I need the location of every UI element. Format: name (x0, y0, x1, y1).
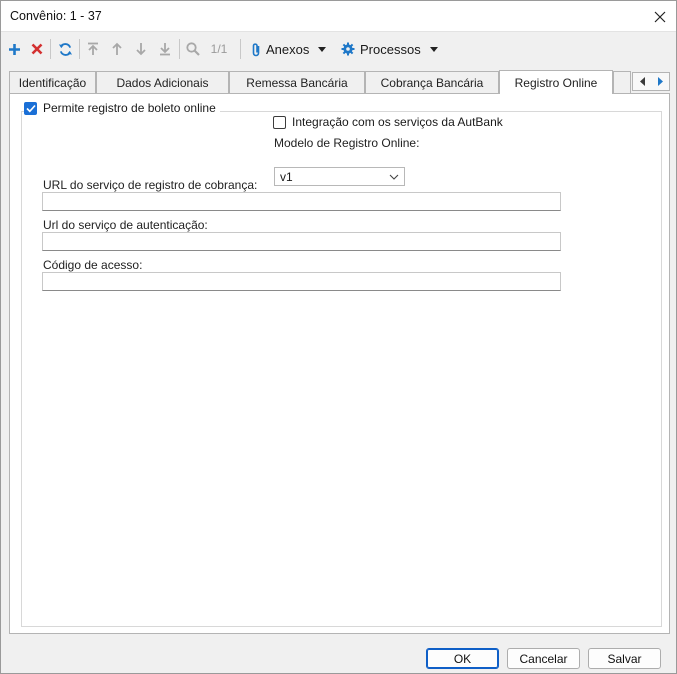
paging-text: 1/1 (210, 42, 228, 56)
tab-identificacao[interactable]: Identificação (9, 71, 96, 93)
chevron-down-icon (318, 46, 327, 52)
previous-record-button[interactable] (108, 38, 126, 60)
url-cobranca-input[interactable] (42, 192, 561, 211)
arrow-first-icon (88, 42, 98, 55)
anexos-label: Anexos (266, 41, 310, 57)
tab-label: Registro Online (514, 75, 598, 90)
tab-label: Identificação (18, 75, 87, 90)
arrow-down-icon (136, 43, 146, 56)
tab-panel-registro-online: Permite registro de boleto online Integr… (9, 93, 670, 634)
paging-indicator: 1/1 (208, 38, 230, 60)
paperclip-icon (252, 42, 260, 56)
arrow-last-icon (160, 43, 170, 56)
tab-label: Cobrança Bancária (380, 75, 484, 90)
toolbar-separator (50, 39, 51, 59)
ok-button[interactable]: OK (426, 648, 499, 669)
tab-cobranca-bancaria[interactable]: Cobrança Bancária (365, 71, 499, 93)
gear-icon (341, 42, 355, 56)
toolbar-separator (79, 39, 80, 59)
delete-button[interactable] (28, 38, 46, 60)
cancel-button[interactable]: Cancelar (507, 648, 580, 669)
x-icon (31, 43, 43, 55)
url-autenticacao-input[interactable] (42, 232, 561, 251)
refresh-icon (58, 42, 72, 56)
search-button[interactable] (184, 38, 202, 60)
processos-label: Processos (360, 41, 421, 57)
processos-menu-button[interactable]: Processos (341, 38, 439, 60)
chevron-down-icon (429, 46, 438, 52)
arrow-right-icon[interactable] (656, 76, 665, 87)
dialog-window: Convênio: 1 - 37 1/1 Anexos Processos Id… (0, 0, 677, 674)
modelo-registro-value: v1 (280, 169, 293, 184)
codigo-acesso-input[interactable] (42, 272, 561, 291)
next-record-button[interactable] (132, 38, 150, 60)
modelo-registro-label: Modelo de Registro Online: (274, 136, 420, 150)
first-record-button[interactable] (84, 38, 102, 60)
check-icon (25, 104, 36, 112)
permite-registro-checkbox[interactable]: Permite registro de boleto online (24, 101, 220, 115)
tab-registro-online[interactable]: Registro Online (499, 70, 613, 94)
arrow-left-icon[interactable] (638, 76, 647, 87)
codigo-acesso-label: Código de acesso: (43, 258, 143, 272)
refresh-button[interactable] (55, 38, 75, 60)
arrow-up-icon (112, 42, 122, 55)
tab-label: Remessa Bancária (246, 75, 348, 90)
checkbox-box[interactable] (24, 101, 37, 115)
tab-dados-adicionais[interactable]: Dados Adicionais (96, 71, 229, 93)
modelo-registro-select[interactable]: v1 (274, 167, 405, 186)
url-cobranca-label: URL do serviço de registro de cobrança: (43, 178, 258, 192)
close-button[interactable] (644, 1, 676, 32)
close-icon (654, 11, 666, 22)
save-button[interactable]: Salvar (588, 648, 661, 669)
title-bar: Convênio: 1 - 37 (1, 1, 676, 32)
checkbox-box[interactable] (273, 115, 286, 129)
toolbar-separator (179, 39, 180, 59)
toolbar-separator (240, 39, 241, 59)
registro-online-group: Permite registro de boleto online Integr… (21, 101, 662, 627)
window-title: Convênio: 1 - 37 (10, 9, 102, 23)
tab-remessa-bancaria[interactable]: Remessa Bancária (229, 71, 365, 93)
permite-registro-label: Permite registro de boleto online (43, 101, 216, 115)
integracao-autbank-label: Integração com os serviços da AutBank (292, 115, 503, 129)
integracao-autbank-checkbox[interactable]: Integração com os serviços da AutBank (273, 115, 507, 129)
plus-icon (8, 43, 20, 55)
add-button[interactable] (5, 38, 23, 60)
tab-scroll-buttons (632, 72, 670, 91)
url-autenticacao-label: Url do serviço de autenticação: (43, 218, 208, 232)
anexos-menu-button[interactable]: Anexos (251, 38, 333, 60)
tab-overflow[interactable] (613, 71, 631, 93)
toolbar: 1/1 Anexos Processos (1, 33, 676, 65)
tab-strip: Identificação Dados Adicionais Remessa B… (9, 70, 670, 94)
last-record-button[interactable] (156, 38, 174, 60)
tab-label: Dados Adicionais (116, 75, 209, 90)
chevron-down-icon (389, 174, 399, 180)
search-icon (186, 42, 200, 56)
